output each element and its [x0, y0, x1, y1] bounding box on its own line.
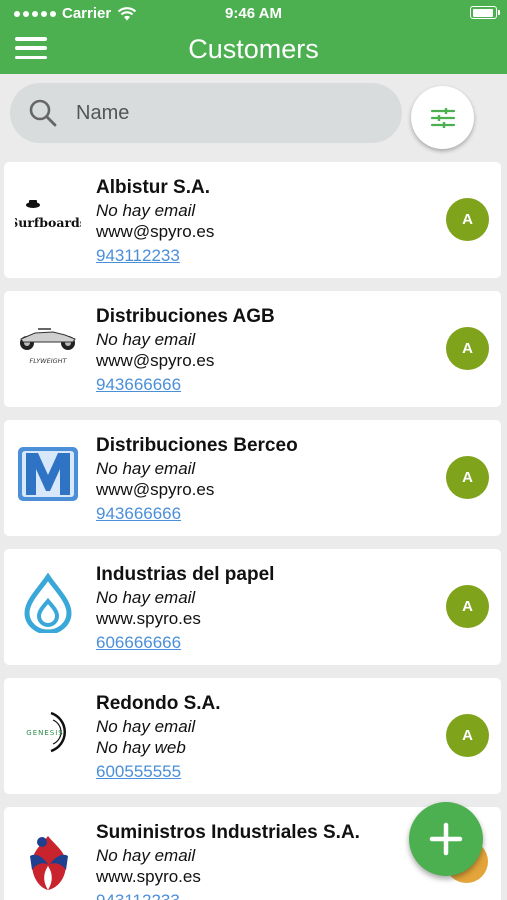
m-block-logo	[12, 438, 84, 510]
customer-email: No hay email	[96, 201, 196, 220]
surfboards-logo: Surfboards	[12, 180, 84, 252]
customer-email: No hay email	[96, 330, 196, 349]
customer-email: No hay email	[96, 717, 196, 736]
customer-name: Industrias del papel	[96, 564, 275, 585]
customer-web: www@spyro.es	[96, 222, 215, 241]
status-badge: A	[446, 327, 489, 370]
customer-email: No hay email	[96, 846, 196, 865]
svg-text:FLYWEIGHT: FLYWEIGHT	[29, 357, 67, 365]
customer-web: www.spyro.es	[96, 867, 201, 886]
flame-figure-logo	[12, 825, 84, 897]
customer-phone-link[interactable]: 606666666	[96, 629, 431, 656]
status-badge: A	[446, 456, 489, 499]
customer-phone-link[interactable]: 600555555	[96, 758, 431, 785]
customer-web: www@spyro.es	[96, 351, 215, 370]
app-header: Carrier 9:46 AM Customers	[0, 0, 507, 74]
customer-phone-link[interactable]: 943112233	[96, 242, 431, 269]
customer-name: Redondo S.A.	[96, 693, 221, 714]
customer-phone-link[interactable]: 943112233	[96, 887, 431, 900]
customer-name: Distribuciones AGB	[96, 306, 275, 327]
customer-name: Distribuciones Berceo	[96, 435, 298, 456]
status-badge: A	[446, 198, 489, 241]
customer-web: www@spyro.es	[96, 480, 215, 499]
water-drop-logo	[12, 567, 84, 639]
add-customer-button[interactable]	[409, 802, 483, 876]
customer-name: Suministros Industriales S.A.	[96, 822, 360, 843]
customer-name: Albistur S.A.	[96, 177, 211, 198]
customer-email: No hay email	[96, 459, 196, 478]
customer-card[interactable]: Surfboards Albistur S.A. No hay email ww…	[4, 162, 501, 278]
customer-phone-link[interactable]: 943666666	[96, 371, 431, 398]
search-row	[0, 74, 507, 160]
page-title: Customers	[188, 34, 319, 64]
status-badge: A	[446, 585, 489, 628]
customer-web: www.spyro.es	[96, 609, 201, 628]
search-input[interactable]	[76, 101, 356, 125]
status-badge: A	[446, 714, 489, 757]
flyweight-car-logo: FLYWEIGHT	[12, 309, 84, 381]
customer-email: No hay email	[96, 588, 196, 607]
status-time: 9:46 AM	[225, 5, 282, 22]
genesis-logo: GENESIS	[12, 696, 84, 768]
filter-button[interactable]	[411, 86, 474, 149]
customer-phone-link[interactable]: 943666666	[96, 500, 431, 527]
customer-web: No hay web	[96, 738, 186, 757]
search-icon	[29, 99, 57, 127]
customer-card[interactable]: Industrias del papel No hay email www.sp…	[4, 549, 501, 665]
customer-card[interactable]: FLYWEIGHT Distribuciones AGB No hay emai…	[4, 291, 501, 407]
customer-card[interactable]: GENESIS Redondo S.A. No hay email No hay…	[4, 678, 501, 794]
status-bar: Carrier 9:46 AM	[0, 0, 507, 26]
customer-card[interactable]: Distribuciones Berceo No hay email www@s…	[4, 420, 501, 536]
battery-icon	[470, 6, 500, 19]
sliders-icon	[430, 107, 455, 128]
svg-text:GENESIS: GENESIS	[26, 729, 63, 737]
plus-icon	[429, 822, 463, 856]
search-bar[interactable]	[10, 83, 402, 143]
svg-text:Surfboards: Surfboards	[15, 215, 81, 230]
